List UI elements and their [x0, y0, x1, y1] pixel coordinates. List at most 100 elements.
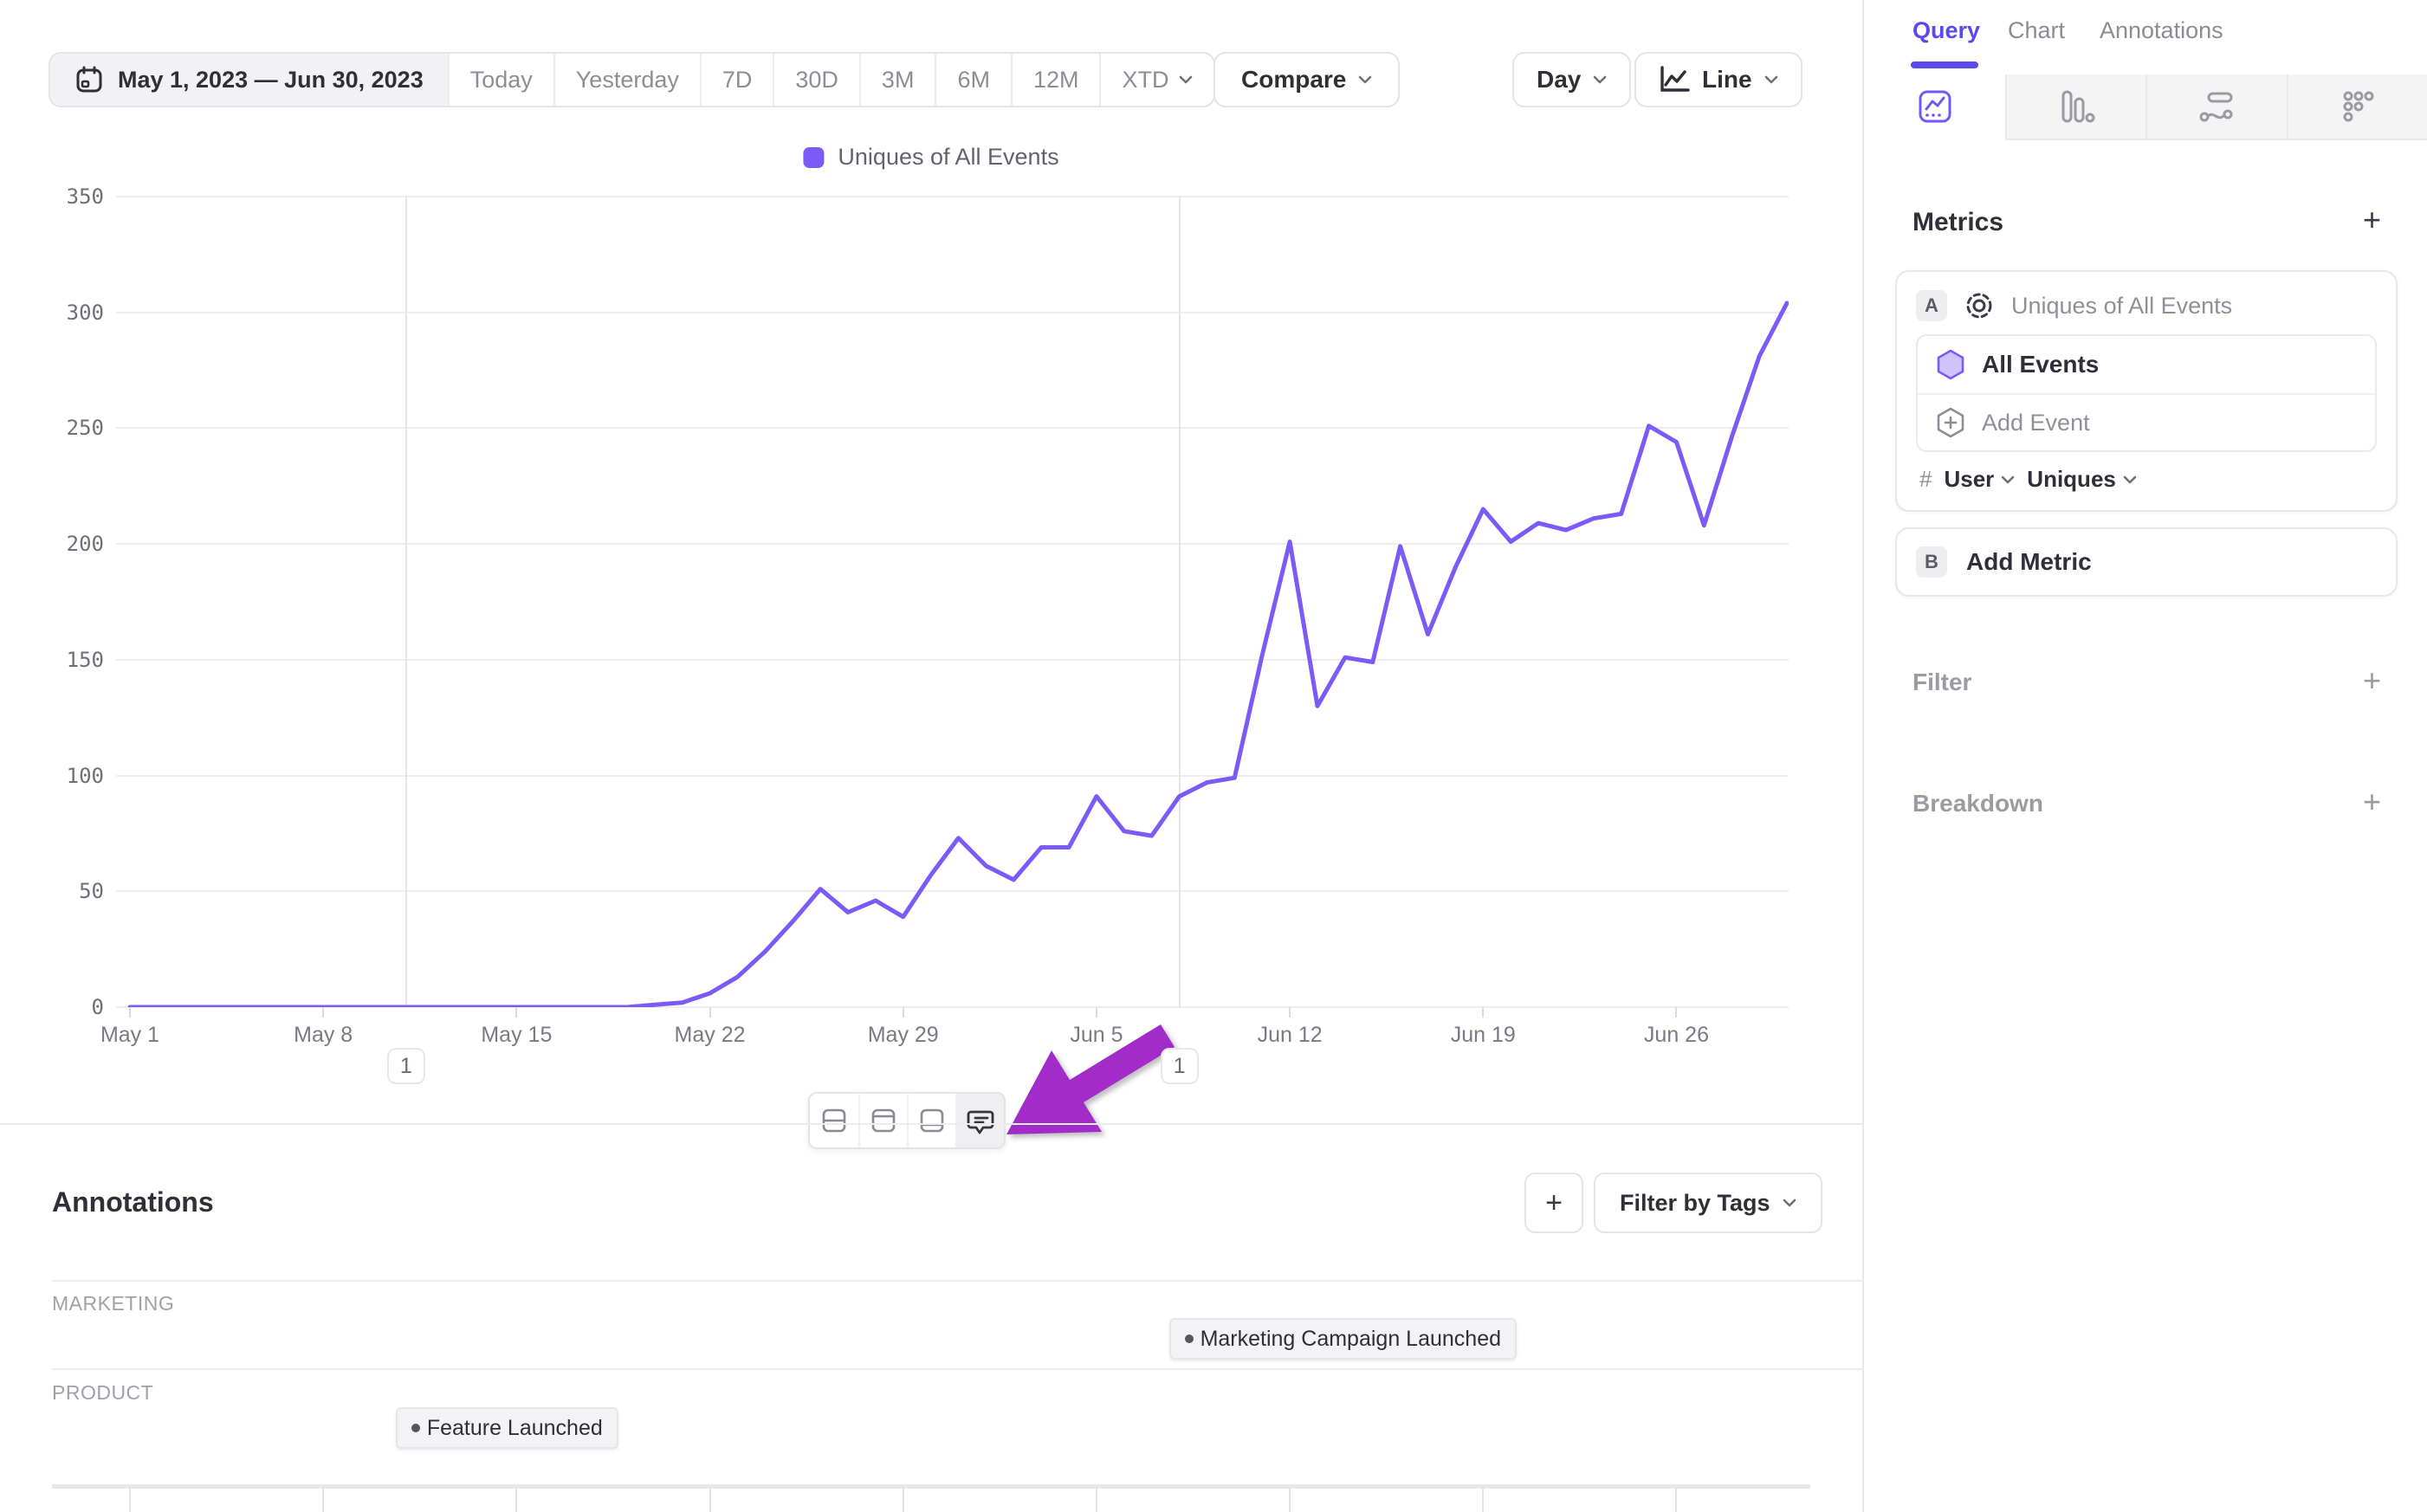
annotations-axis-tick: [709, 1487, 711, 1512]
x-axis-tick-label: Jun 26: [1615, 1023, 1737, 1048]
annotation-chip-marketing[interactable]: Marketing Campaign Launched: [1169, 1318, 1517, 1360]
funnels-icon: [2056, 87, 2096, 126]
annotation-dot: [411, 1424, 420, 1432]
x-axis-tick: [903, 1007, 904, 1018]
compare-button[interactable]: Compare: [1214, 52, 1400, 107]
x-axis-tick-label: May 1: [69, 1023, 191, 1048]
x-axis-tick: [709, 1007, 711, 1018]
preset-6m[interactable]: 6M: [935, 54, 1011, 106]
metric-a-header[interactable]: A Uniques of All Events: [1897, 272, 2396, 334]
row-divider: [52, 1368, 1862, 1370]
x-axis-tick-label: Jun 5: [1036, 1023, 1157, 1048]
granularity-dropdown[interactable]: Day: [1512, 52, 1631, 107]
preset-12m[interactable]: 12M: [1011, 54, 1100, 106]
annotation-category-product: PRODUCT: [52, 1381, 153, 1405]
x-axis-tick: [1482, 1007, 1484, 1018]
x-axis-tick-label: Jun 19: [1422, 1023, 1544, 1048]
annotation-dot: [1185, 1334, 1194, 1343]
annotation-chip-product[interactable]: Feature Launched: [396, 1407, 618, 1449]
annotations-axis-tick: [1482, 1487, 1484, 1512]
add-metric-label: Add Metric: [1966, 548, 2092, 576]
preset-today[interactable]: Today: [448, 54, 553, 106]
count-type-icon: #: [1919, 466, 1932, 493]
x-axis-tick: [1096, 1007, 1097, 1018]
x-axis-tick: [129, 1007, 131, 1018]
filter-by-tags-dropdown[interactable]: Filter by Tags: [1594, 1173, 1822, 1233]
legend-swatch: [803, 147, 824, 168]
insights-report-page: May 1, 2023 — Jun 30, 2023 Today Yesterd…: [0, 0, 2427, 1512]
chart-type-dropdown[interactable]: Line: [1634, 52, 1802, 107]
y-axis-tick-label: 250: [35, 416, 104, 440]
annotations-toggle-button[interactable]: [955, 1094, 1004, 1147]
date-range-label: May 1, 2023 — Jun 30, 2023: [118, 67, 424, 94]
preset-7d[interactable]: 7D: [700, 54, 773, 106]
y-axis-tick-label: 0: [35, 995, 104, 1019]
chevron-down-icon: [1179, 75, 1193, 84]
annotations-axis-line: [52, 1484, 1810, 1489]
preset-xtd-dropdown[interactable]: XTD: [1099, 54, 1214, 106]
report-type-funnels[interactable]: [2005, 74, 2146, 140]
annotations-axis-tick: [1289, 1487, 1291, 1512]
report-type-insights[interactable]: [1866, 74, 2005, 140]
y-axis-tick-label: 150: [35, 648, 104, 672]
chevron-down-icon: [1593, 75, 1607, 84]
x-axis-tick-label: May 29: [843, 1023, 964, 1048]
report-type-flows[interactable]: [2145, 74, 2287, 140]
add-metric-plus-button[interactable]: +: [2363, 204, 2381, 236]
add-breakdown-button[interactable]: +: [2363, 786, 2381, 817]
y-axis-tick-label: 350: [35, 184, 104, 209]
report-type-strip: [1866, 74, 2427, 140]
panel-bottom-icon: [917, 1106, 947, 1135]
panel-top-icon: [869, 1106, 898, 1135]
metric-b-badge: B: [1916, 546, 1947, 578]
entity-dropdown[interactable]: User: [1944, 466, 2015, 493]
annotations-axis-tick: [903, 1487, 904, 1512]
chart-legend[interactable]: Uniques of All Events: [803, 144, 1058, 171]
aggregation-row: # User Uniques: [1897, 452, 2396, 510]
tab-query[interactable]: Query: [1912, 17, 1980, 44]
add-annotation-button[interactable]: +: [1524, 1173, 1583, 1233]
y-axis-tick-label: 100: [35, 764, 104, 788]
preset-yesterday[interactable]: Yesterday: [553, 54, 700, 106]
tab-annotations[interactable]: Annotations: [2100, 17, 2223, 44]
breakdown-heading: Breakdown: [1912, 790, 2043, 817]
comment-bubble-icon: [966, 1106, 995, 1135]
annotation-count-badge[interactable]: 1: [1161, 1048, 1199, 1084]
split-horizontal-icon: [819, 1106, 849, 1135]
query-sidebar: Query Chart Annotations: [1862, 0, 2427, 1512]
retention-icon: [2338, 87, 2378, 126]
x-axis-tick: [1289, 1007, 1291, 1018]
add-filter-button[interactable]: +: [2363, 665, 2381, 696]
chevron-down-icon: [1783, 1199, 1796, 1207]
y-axis-tick-label: 50: [35, 879, 104, 903]
preset-30d[interactable]: 30D: [773, 54, 859, 106]
aggregation-dropdown[interactable]: Uniques: [2027, 466, 2137, 493]
series-line-uniques-of-all-events[interactable]: [116, 197, 1789, 1007]
annotations-axis-tick: [322, 1487, 324, 1512]
annotation-count-badge[interactable]: 1: [387, 1048, 425, 1084]
annotations-axis-tick: [129, 1487, 131, 1512]
report-type-retention[interactable]: [2287, 74, 2427, 140]
metric-a-badge: A: [1916, 290, 1947, 321]
split-horizontal-button[interactable]: [810, 1094, 858, 1147]
legend-label: Uniques of All Events: [838, 144, 1058, 171]
date-range-button[interactable]: May 1, 2023 — Jun 30, 2023: [50, 54, 448, 106]
calendar-icon: [74, 65, 104, 94]
insights-icon: [1915, 87, 1955, 126]
metric-b-card[interactable]: B Add Metric: [1895, 527, 2398, 597]
line-chart-icon: [1659, 66, 1690, 94]
preset-3m[interactable]: 3M: [859, 54, 935, 106]
filter-heading: Filter: [1912, 669, 1971, 696]
tab-chart[interactable]: Chart: [2008, 17, 2065, 44]
add-event-row[interactable]: Add Event: [1918, 393, 2375, 450]
panel-bottom-button[interactable]: [907, 1094, 955, 1147]
metric-a-name: Uniques of All Events: [2011, 293, 2232, 320]
event-row-all-events[interactable]: All Events: [1918, 336, 2375, 393]
hexagon-plus-icon: [1935, 406, 1966, 439]
panel-top-button[interactable]: [858, 1094, 907, 1147]
annotation-category-marketing: MARKETING: [52, 1292, 174, 1315]
y-axis-tick-label: 200: [35, 532, 104, 556]
annotations-axis-tick: [1675, 1487, 1677, 1512]
chart-layout-toolbar: [808, 1092, 1006, 1149]
event-list: All Events Add Event: [1916, 334, 2377, 452]
